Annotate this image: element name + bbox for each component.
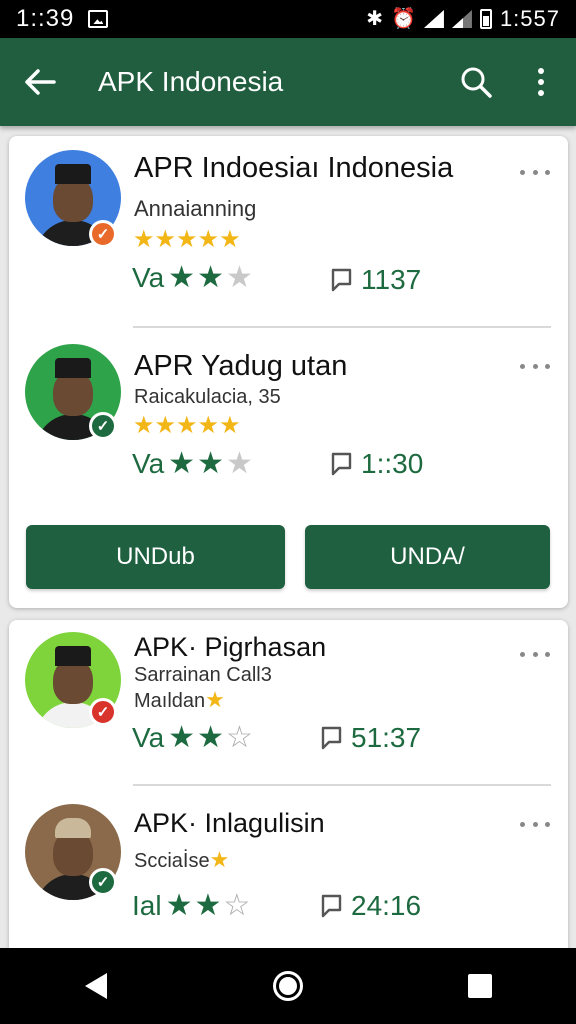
- star-filled-icon: ★: [194, 889, 222, 922]
- item-subtitle: Sarrainan Call3: [134, 664, 272, 686]
- app-card: ✓ APK· Pigrhasan Sarrainan Call3 Maıldan…: [9, 620, 568, 960]
- rating-label: Va: [132, 448, 165, 479]
- back-arrow-icon: [25, 69, 56, 95]
- gold-stars: ★★★★★: [133, 414, 241, 438]
- status-time: 1::39: [16, 5, 75, 32]
- star-icon: ★★★★★: [133, 226, 241, 253]
- app-title: APK Indonesia: [98, 66, 284, 97]
- status-icons: ✱ ⏰ 1:557: [366, 6, 560, 32]
- divider: [133, 326, 551, 328]
- rating-row: Va ★ ★ ★: [132, 262, 253, 294]
- divider: [133, 784, 551, 786]
- bluetooth-icon: ✱: [366, 8, 384, 30]
- comment-icon: [331, 268, 352, 292]
- rating-row: Va ★ ★ ☆: [132, 722, 253, 754]
- search-icon: [461, 67, 492, 98]
- star-filled-icon: ★: [168, 447, 196, 480]
- image-icon: [88, 10, 109, 28]
- star-filled-icon: ★: [197, 721, 224, 754]
- star-empty-icon: ★: [225, 261, 253, 294]
- nav-home-button[interactable]: [243, 948, 333, 1024]
- verified-badge-icon: ✓: [89, 412, 117, 440]
- item-more-button[interactable]: [520, 356, 550, 376]
- status-bar: 1::39 ✱ ⏰ 1:557: [0, 0, 576, 38]
- item-more-button[interactable]: [520, 814, 550, 834]
- verified-badge-icon: ✓: [89, 220, 117, 248]
- item-more-button[interactable]: [520, 644, 550, 664]
- verified-badge-icon: ✓: [89, 868, 117, 896]
- star-filled-icon: ★: [168, 721, 196, 754]
- navigation-bar: [0, 948, 576, 1024]
- back-button[interactable]: [0, 38, 80, 126]
- star-filled-icon: ★: [197, 261, 224, 294]
- comment-count: 1137: [329, 264, 421, 296]
- rating-row: Va ★ ★ ★: [132, 448, 253, 480]
- comment-icon: [321, 726, 342, 750]
- gold-stars: ★★★★★: [133, 228, 241, 252]
- item-title: APK· Inlagulisin: [134, 808, 325, 838]
- rating-label: Ial: [132, 890, 162, 921]
- star-empty-icon: ★: [225, 447, 253, 480]
- comment-count: 1::30: [329, 448, 423, 480]
- verified-badge-icon: ✓: [89, 698, 117, 726]
- nav-back-icon: [85, 973, 107, 999]
- download-button-1[interactable]: UNDub: [26, 525, 285, 589]
- item-more-button[interactable]: [520, 162, 550, 182]
- comment-count: 24:16: [319, 890, 421, 922]
- download-button-2[interactable]: UNDA/: [305, 525, 550, 589]
- more-options-button[interactable]: [506, 38, 576, 126]
- item-subtitle: Scciaİse★: [134, 847, 230, 873]
- comment-icon: [331, 452, 352, 476]
- comment-icon: [321, 894, 342, 918]
- search-button[interactable]: [446, 38, 506, 126]
- item-subtitle: Annaianning: [134, 196, 257, 221]
- comment-count: 51:37: [319, 722, 421, 754]
- star-empty-icon: ☆: [225, 721, 253, 754]
- star-filled-icon: ★: [197, 447, 224, 480]
- battery-icon: [479, 9, 492, 29]
- item-title: APK· Pigrhasan: [134, 632, 327, 662]
- nav-recents-icon: [468, 974, 492, 998]
- item-title: APR Yadug utan: [134, 350, 348, 382]
- app-bar: APK Indonesia: [0, 38, 576, 126]
- app-card: ✓ APR Indoesiaı Indonesia Annaianning ★★…: [9, 136, 568, 608]
- nav-home-icon: [273, 971, 303, 1001]
- rating-label: Va: [132, 722, 165, 753]
- item-title: APR Indoesiaı Indonesia: [134, 152, 454, 184]
- star-icon: ★: [205, 687, 225, 712]
- star-icon: ★★★★★: [133, 412, 241, 439]
- item-subtitle: Raicakulacia, 35: [134, 386, 281, 408]
- more-vert-icon: [538, 68, 544, 96]
- star-filled-icon: ★: [165, 889, 193, 922]
- nav-recents-button[interactable]: [435, 948, 525, 1024]
- status-clock: 1:557: [499, 6, 560, 31]
- rating-label: Va: [132, 262, 165, 293]
- alarm-icon: ⏰: [391, 8, 416, 30]
- signal-icon: [451, 10, 472, 28]
- wifi-icon: [423, 10, 444, 28]
- item-subtitle-secondary: Maıldan★: [134, 687, 225, 713]
- star-icon: ★: [209, 847, 230, 872]
- star-empty-icon: ☆: [223, 889, 251, 922]
- rating-row: Ial ★ ★ ☆: [132, 890, 250, 922]
- star-filled-icon: ★: [168, 261, 196, 294]
- nav-back-button[interactable]: [51, 948, 141, 1024]
